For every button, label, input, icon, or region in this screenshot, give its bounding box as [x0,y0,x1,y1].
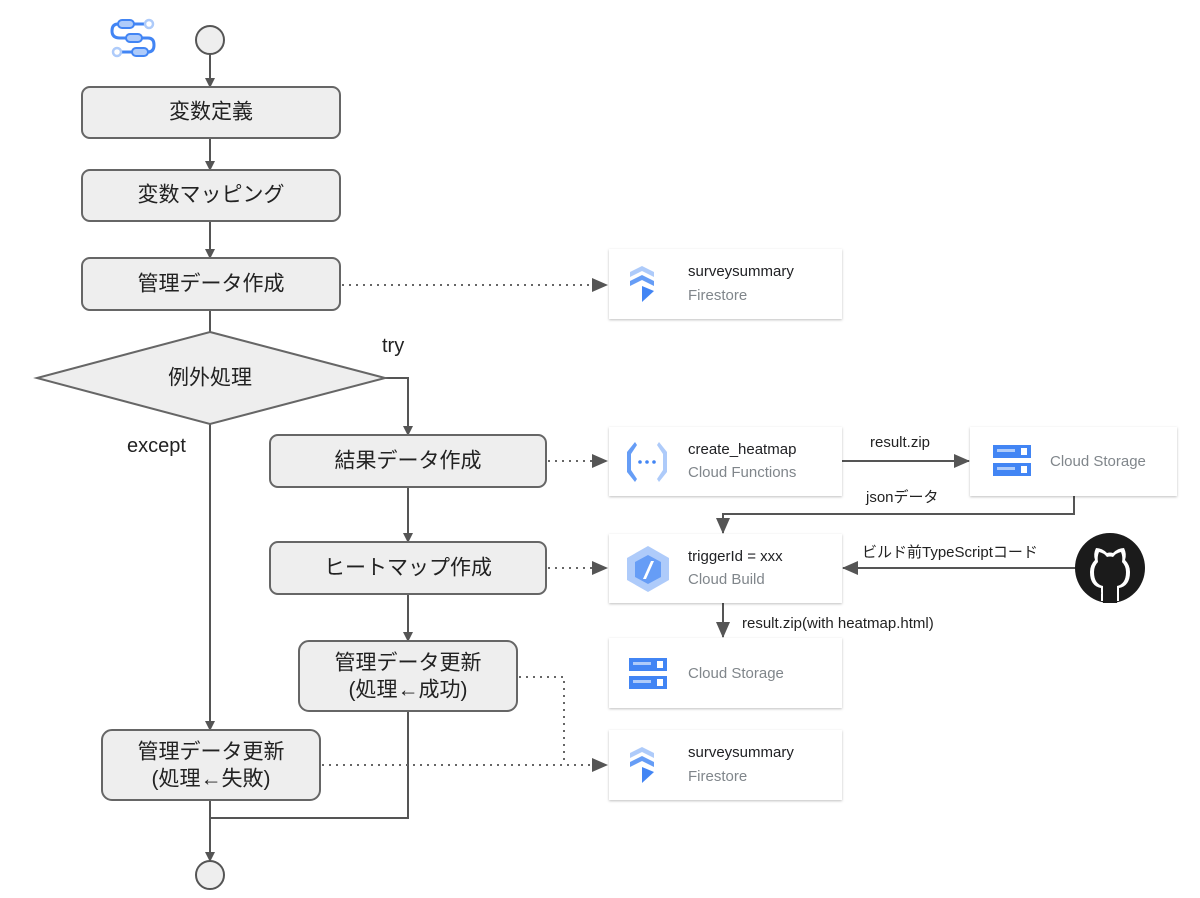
node-label: (処理←失敗) [152,768,271,791]
node-label: 管理データ作成 [138,273,285,296]
service-subtitle: Cloud Functions [688,464,796,481]
node-label: 変数定義 [169,101,253,124]
edge-label-result-zip-html: result.zip(with heatmap.html) [742,615,934,632]
node-update-success: 管理データ更新 (処理←成功) [298,640,518,712]
node-create-heatmap: ヒートマップ作成 [269,541,547,595]
service-subtitle: Firestore [688,287,747,304]
service-subtitle: Cloud Storage [1050,453,1146,470]
service-subtitle: Firestore [688,768,747,785]
service-card-cloud-functions[interactable]: create_heatmap Cloud Functions [609,427,842,496]
node-label: ヒートマップ作成 [324,557,492,580]
node-update-fail: 管理データ更新 (処理←失敗) [101,729,321,801]
service-title: triggerId = xxx [688,548,783,565]
edge-label-json-data: jsonデータ [865,488,939,506]
try-edge [385,377,413,436]
except-label: except [127,435,186,457]
service-card-cloud-storage-2[interactable]: Cloud Storage [609,638,842,708]
node-map-vars: 変数マッピング [81,169,341,222]
node-label: 変数マッピング [138,184,285,207]
service-title: create_heatmap [688,441,796,458]
try-label: try [382,335,404,357]
node-label: 管理データ更新 [335,652,482,675]
service-card-cloud-storage-1[interactable]: Cloud Storage [970,427,1177,496]
edge-label-prebuild-ts: ビルド前TypeScriptコード [862,544,1038,561]
workflows-logo-icon [110,18,156,58]
service-card-firestore-1[interactable]: surveysummary Firestore [609,249,842,319]
end-node [195,860,225,890]
node-create-admin-data: 管理データ作成 [81,257,341,311]
node-define-vars: 変数定義 [81,86,341,139]
edge-label-result-zip: result.zip [870,434,930,451]
github-icon [1075,533,1145,603]
workflow-diagram: 変数定義 変数マッピング 管理データ作成 例外処理 try except 結果デ… [33,18,1177,890]
service-subtitle: Cloud Build [688,571,765,588]
service-card-firestore-2[interactable]: surveysummary Firestore [609,730,842,800]
node-label: 管理データ更新 [138,741,285,764]
service-title: surveysummary [688,263,794,280]
service-title: surveysummary [688,744,794,761]
node-create-result-data: 結果データ作成 [269,434,547,488]
service-card-cloud-build[interactable]: triggerId = xxx Cloud Build [609,534,842,603]
node-label: 例外処理 [168,367,252,390]
start-node [195,25,225,55]
service-subtitle: Cloud Storage [688,665,784,682]
node-exception-handling: 例外処理 [33,330,389,426]
node-label: (処理←成功) [349,679,468,702]
node-label: 結果データ作成 [335,450,482,473]
